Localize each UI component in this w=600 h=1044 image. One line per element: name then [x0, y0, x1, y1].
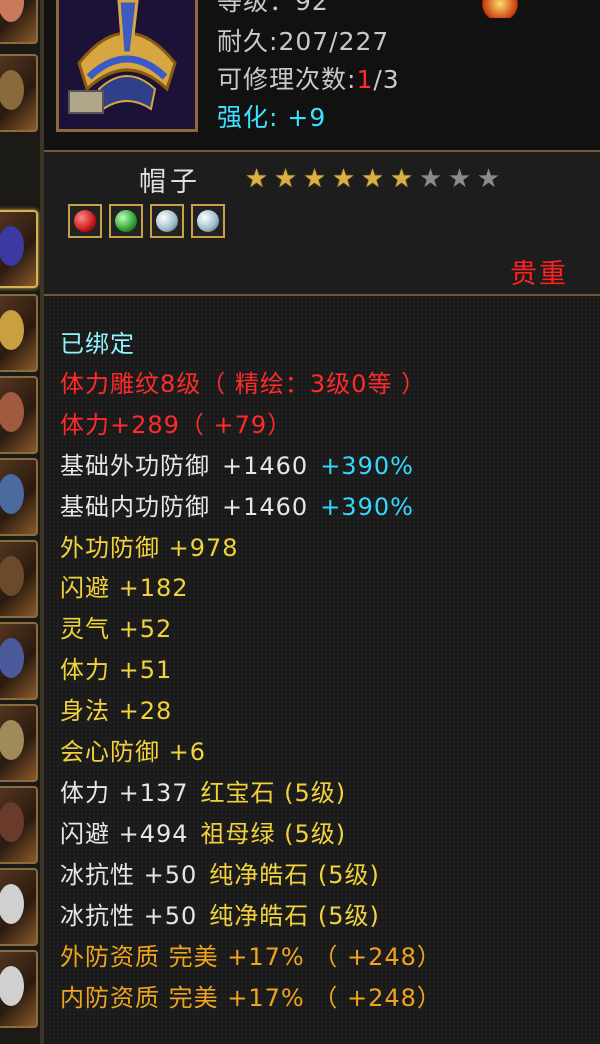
enhance-label: 强化 — [217, 103, 270, 132]
hat-icon — [59, 0, 195, 129]
star-filled-icon: ★ — [244, 164, 269, 194]
engrave-line: 体力雕纹8级（ 精绘：3级0等 ） — [60, 370, 427, 398]
item-icon-frame — [56, 0, 198, 132]
equipment-slot[interactable] — [0, 868, 38, 946]
gem2-stat: 闪避 +494 — [60, 820, 189, 848]
gem-socket-emerald[interactable] — [109, 204, 143, 238]
gem3-stat: 冰抗性 +50 — [60, 861, 198, 889]
ext-def-line: 外功防御 +978 — [60, 534, 239, 562]
item-header-panel: 等级：92 耐久:207/227 可修理次数:1/3 强化: +9 — [44, 0, 600, 152]
equipment-slot-strip — [0, 0, 43, 1044]
gem4-stat: 冰抗性 +50 — [60, 902, 198, 930]
gem1-name: 红宝石 (5级) — [200, 779, 347, 807]
base-ext-def-pct: +390% — [320, 452, 414, 480]
base-ext-def-line: 基础外功防御 +1460 +390% — [60, 446, 414, 481]
base-int-def-line: 基础内功防御 +1460 +390% — [60, 487, 414, 522]
int-quality-line: 内防资质 完美 +17% （ +248） — [60, 984, 442, 1012]
equipment-slot[interactable] — [0, 540, 38, 618]
flame-icon — [478, 0, 522, 18]
item-repair-count: 可修理次数:1/3 — [217, 60, 400, 96]
ext-quality-line: 外防资质 完美 +17% （ +248） — [60, 943, 442, 971]
base-int-def-value: +1460 — [222, 493, 309, 521]
star-filled-icon: ★ — [389, 164, 414, 194]
equipment-slot[interactable] — [0, 704, 38, 782]
repair-current: 1 — [356, 65, 374, 94]
item-name-panel: 帽子 ★ ★ ★ ★ ★ ★ ★ ★ ★ 贵重 — [44, 152, 600, 297]
base-ext-def-value: +1460 — [222, 452, 309, 480]
stamina-line: 体力 +51 — [60, 656, 173, 684]
item-durability: 耐久:207/227 — [217, 22, 389, 58]
gem-sockets — [68, 204, 225, 238]
gem1-stat: 体力 +137 — [60, 779, 189, 807]
equipment-slot[interactable] — [0, 458, 38, 536]
ruby-gem-icon — [74, 210, 96, 232]
item-enhance: 强化: +9 — [217, 98, 326, 134]
star-rating: ★ ★ ★ ★ ★ ★ ★ ★ ★ — [244, 166, 501, 192]
item-attributes-panel: 已绑定 体力雕纹8级（ 精绘：3级0等 ） 体力+289（ +79） 基础外功防… — [44, 296, 600, 1044]
gem3-line: 冰抗性 +50 纯净皓石 (5级) — [60, 855, 380, 890]
agility-line: 身法 +28 — [60, 697, 173, 725]
item-level: 等级：92 — [217, 0, 329, 16]
equipment-slot[interactable] — [0, 0, 38, 44]
dodge-line: 闪避 +182 — [60, 574, 189, 602]
gem-socket-pearl[interactable] — [150, 204, 184, 238]
pearl-gem-icon — [156, 210, 178, 232]
equipment-slot[interactable] — [0, 786, 38, 864]
gem4-line: 冰抗性 +50 纯净皓石 (5级) — [60, 896, 380, 931]
spirit-line: 灵气 +52 — [60, 615, 173, 643]
star-filled-icon: ★ — [302, 164, 327, 194]
equipment-slot[interactable] — [0, 294, 38, 372]
gem2-name: 祖母绿 (5级) — [200, 820, 347, 848]
star-empty-icon: ★ — [447, 164, 472, 194]
gem-socket-ruby[interactable] — [68, 204, 102, 238]
equipment-slot[interactable] — [0, 376, 38, 454]
bound-status: 已绑定 — [60, 330, 135, 358]
gem1-line: 体力 +137 红宝石 (5级) — [60, 773, 346, 808]
star-filled-icon: ★ — [360, 164, 385, 194]
gem2-line: 闪避 +494 祖母绿 (5级) — [60, 814, 346, 849]
gem-socket-pearl[interactable] — [191, 204, 225, 238]
durability-label: 耐久 — [217, 27, 270, 56]
repair-label: 可修理次数 — [217, 65, 348, 94]
star-filled-icon: ★ — [273, 164, 298, 194]
rarity-label: 贵重 — [510, 259, 568, 290]
gem4-name: 纯净皓石 (5级) — [209, 902, 380, 930]
stamina-main-line: 体力+289（ +79） — [60, 411, 293, 439]
gem3-name: 纯净皓石 (5级) — [209, 861, 380, 889]
base-int-def-pct: +390% — [320, 493, 414, 521]
item-name: 帽子 — [139, 167, 201, 198]
emerald-gem-icon — [115, 210, 137, 232]
equipment-slot[interactable] — [0, 950, 38, 1028]
equipment-slot[interactable] — [0, 622, 38, 700]
base-int-def-label: 基础内功防御 — [60, 493, 210, 521]
star-filled-icon: ★ — [331, 164, 356, 194]
durability-value: :207/227 — [269, 27, 390, 56]
crit-def-line: 会心防御 +6 — [60, 738, 207, 766]
enhance-value: : +9 — [269, 103, 327, 132]
base-ext-def-label: 基础外功防御 — [60, 452, 210, 480]
equipment-slot-hat[interactable] — [0, 210, 38, 288]
repair-total: /3 — [373, 65, 400, 94]
star-empty-icon: ★ — [476, 164, 501, 194]
equipment-slot[interactable] — [0, 54, 38, 132]
pearl-gem-icon — [197, 210, 219, 232]
star-empty-icon: ★ — [418, 164, 443, 194]
